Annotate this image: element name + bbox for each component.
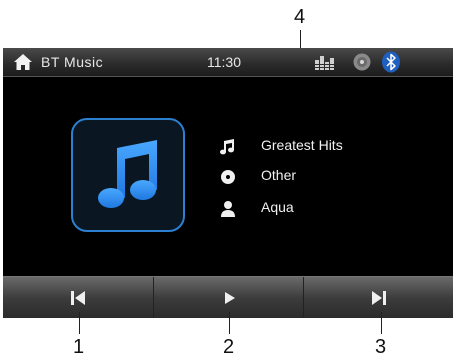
- callout-4-label: 4: [294, 6, 306, 28]
- callout-4-line: [300, 30, 301, 50]
- callout-3-line: [381, 312, 382, 334]
- genre-name: Other: [261, 167, 297, 183]
- callout-3-label: 3: [375, 336, 387, 358]
- album-art: [71, 118, 185, 232]
- callout-2-line: [229, 312, 230, 334]
- app-title: BT Music: [41, 54, 104, 70]
- disc-icon[interactable]: [353, 53, 371, 71]
- callout-1-label: 1: [73, 336, 85, 358]
- album-name: Greatest Hits: [261, 137, 343, 153]
- previous-track-button[interactable]: [3, 277, 153, 318]
- music-note-small-icon: [220, 139, 234, 155]
- disc-small-icon: [221, 170, 235, 184]
- equalizer-icon[interactable]: [315, 54, 335, 70]
- callout-1-line: [79, 312, 80, 334]
- play-icon: [225, 292, 235, 304]
- home-icon[interactable]: [13, 52, 33, 72]
- music-note-icon: [98, 140, 157, 208]
- skip-next-icon: [372, 291, 386, 305]
- playback-controls: [3, 276, 453, 318]
- next-track-button[interactable]: [303, 277, 453, 318]
- head-unit-screen: BT Music 11:30 Greatest Hits Other Aqua: [3, 48, 453, 318]
- artist-name: Aqua: [261, 199, 294, 215]
- person-icon: [221, 201, 235, 217]
- bluetooth-icon[interactable]: [381, 51, 401, 73]
- callout-2-label: 2: [223, 336, 235, 358]
- status-bar: BT Music 11:30: [3, 48, 453, 77]
- clock: 11:30: [207, 54, 241, 70]
- skip-previous-icon: [71, 291, 85, 305]
